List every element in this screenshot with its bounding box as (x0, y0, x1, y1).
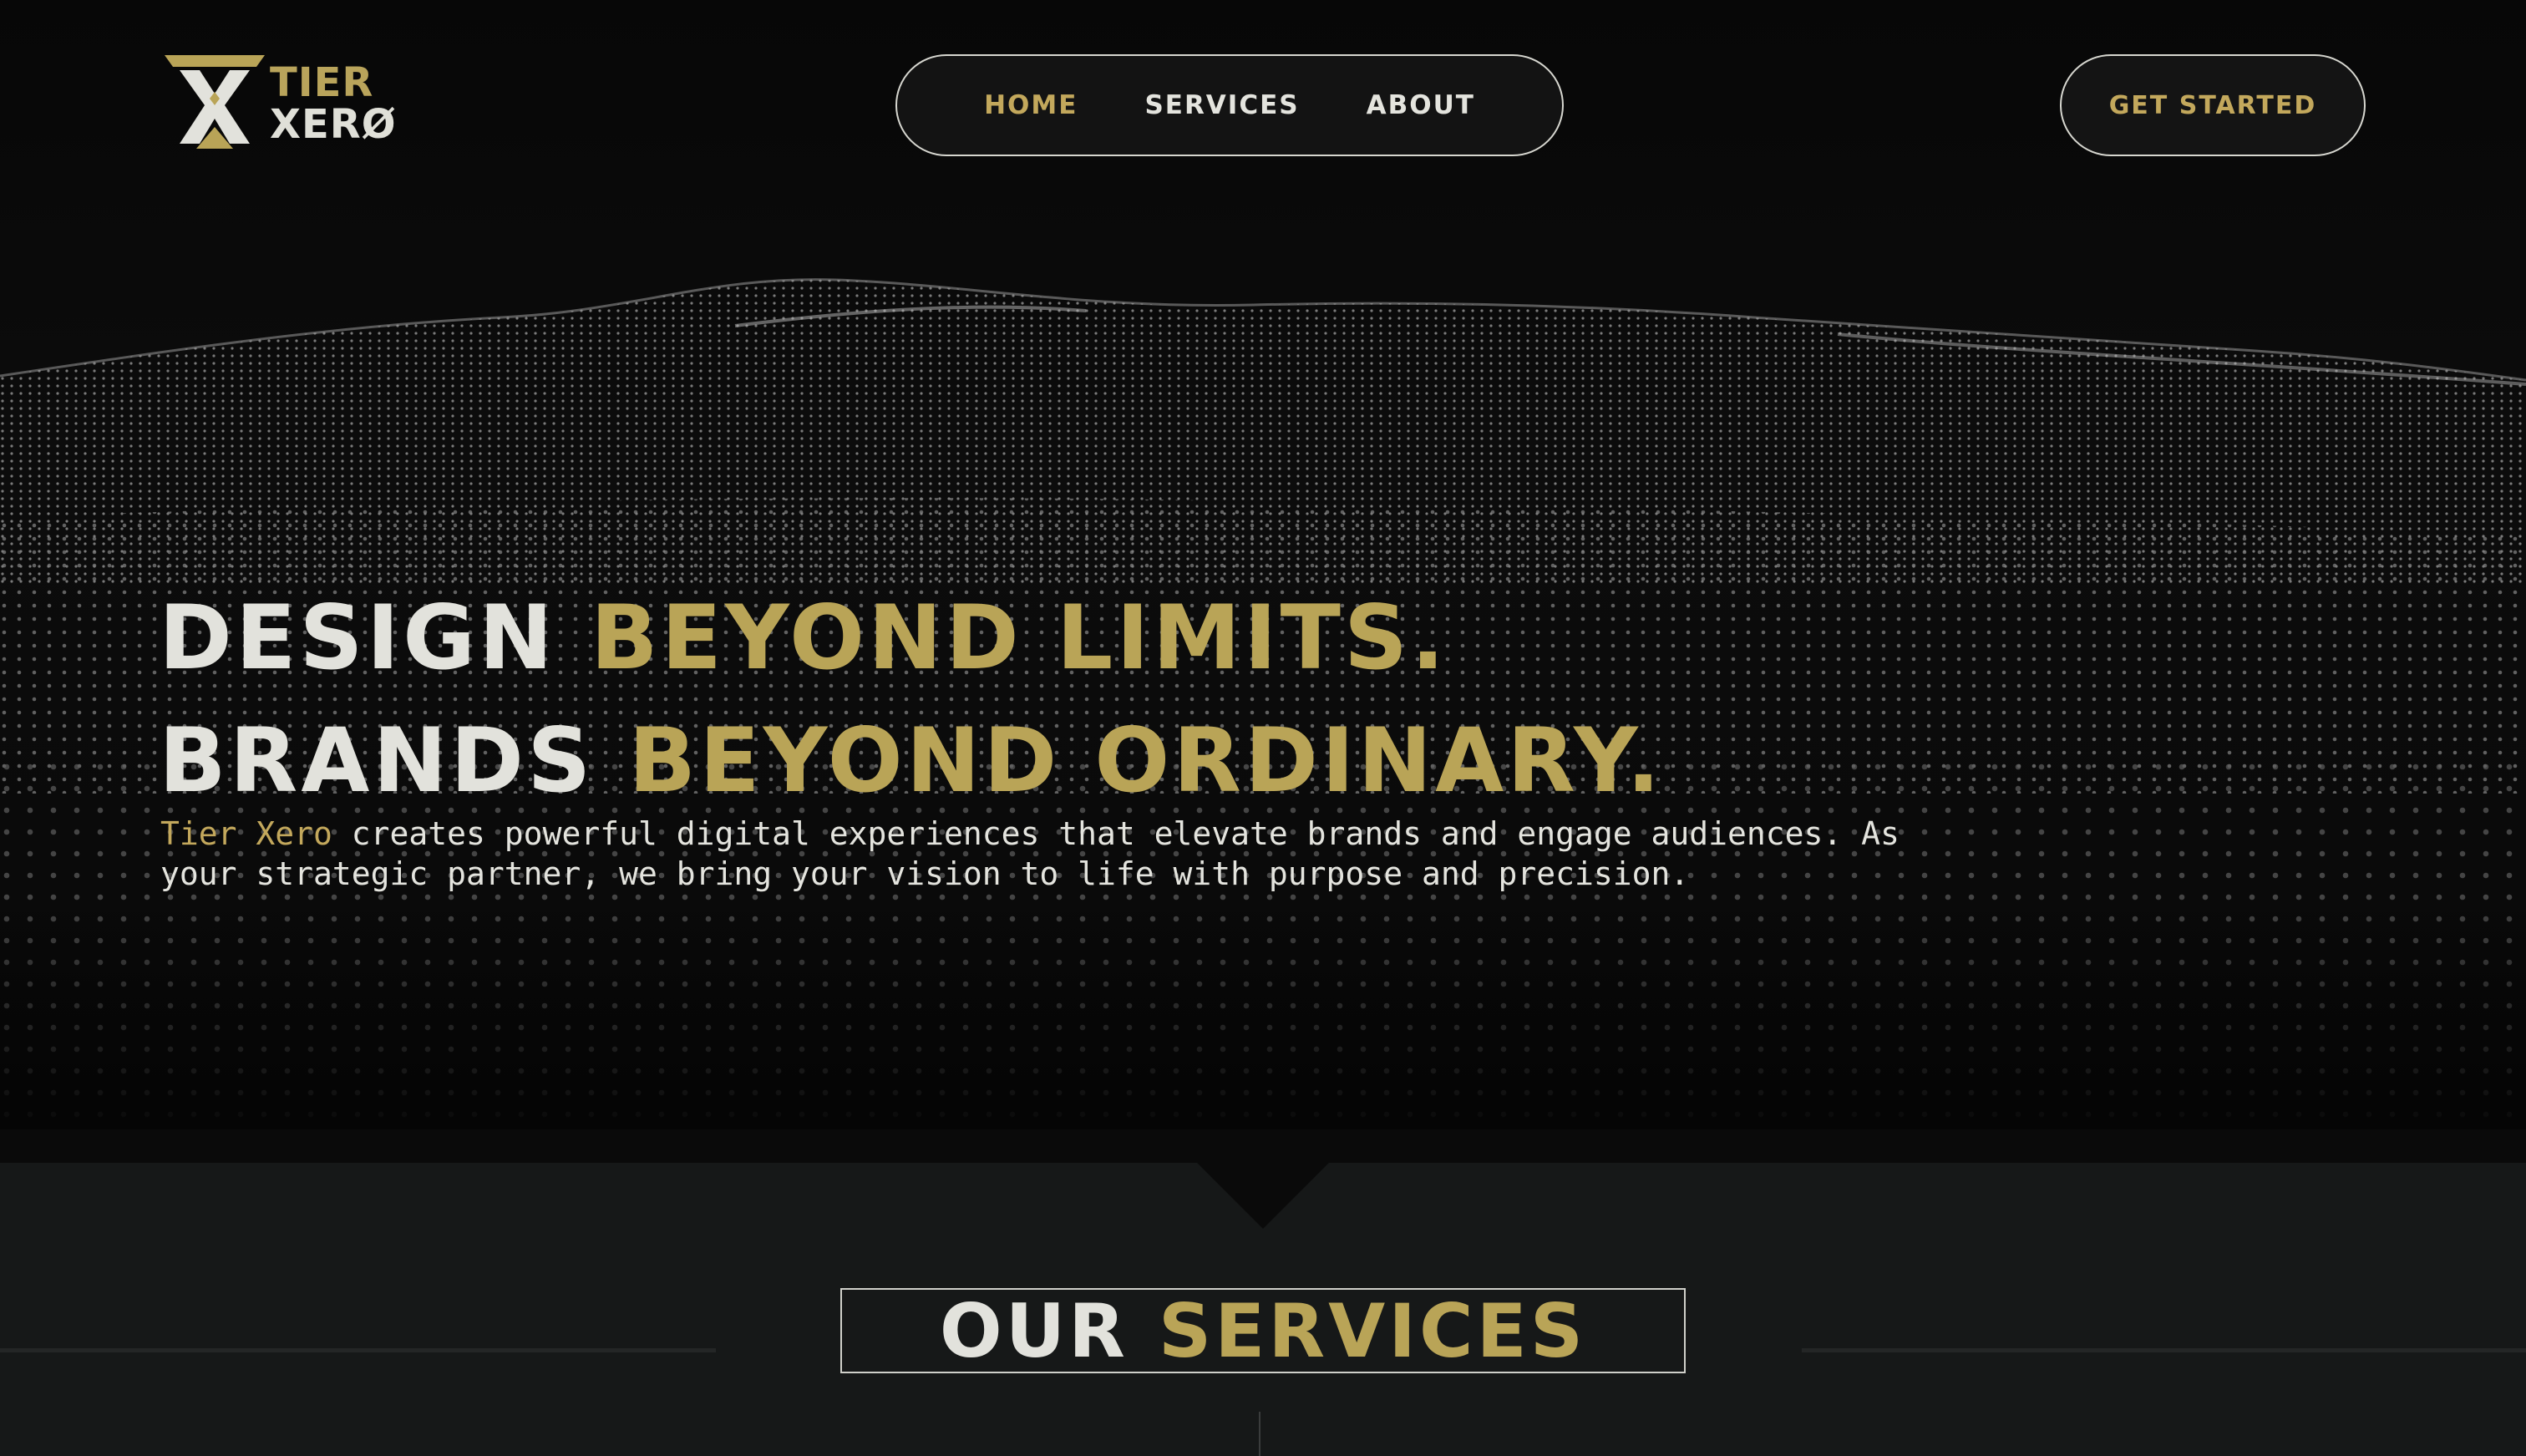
tier-xero-logo[interactable]: TIER XERØ (163, 52, 405, 155)
hero-headline: DESIGN BEYOND LIMITS. BRANDS BEYOND ORDI… (159, 576, 2247, 822)
section-notch (1196, 1162, 1330, 1229)
nav-link-home[interactable]: HOME (984, 90, 1078, 120)
services-heading-gold: SERVICES (1158, 1287, 1587, 1374)
logo-line-1: TIER (270, 59, 374, 106)
headline-line2-gold: BEYOND ORDINARY. (628, 709, 1664, 812)
logo-line-2: XERØ (270, 101, 397, 148)
hero-section (0, 0, 2526, 1129)
headline-line2-white: BRANDS (159, 709, 595, 812)
services-center-line (1259, 1412, 1260, 1456)
headline-line1-white: DESIGN (159, 586, 556, 689)
hero-bottom-fade (0, 895, 2526, 1129)
logo-wordmark: TIER XERØ (270, 63, 397, 145)
nav-link-services[interactable]: SERVICES (1144, 90, 1299, 120)
main-nav: HOME SERVICES ABOUT (895, 54, 1564, 156)
hero-tagline: Tier Xero creates powerful digital exper… (160, 814, 1948, 894)
get-started-button[interactable]: GET STARTED (2060, 54, 2366, 156)
tagline-text: creates powerful digital experiences tha… (160, 815, 1900, 892)
tier-xero-logo-icon (165, 55, 265, 149)
services-heading-white: OUR (939, 1287, 1129, 1374)
services-divider-left (0, 1348, 716, 1352)
tagline-brand-name: Tier Xero (160, 815, 332, 852)
nav-link-about[interactable]: ABOUT (1367, 90, 1475, 120)
services-heading: OUR SERVICES (840, 1287, 1686, 1374)
headline-line1-gold: BEYOND LIMITS. (590, 586, 1448, 689)
services-divider-right (1802, 1348, 2526, 1352)
